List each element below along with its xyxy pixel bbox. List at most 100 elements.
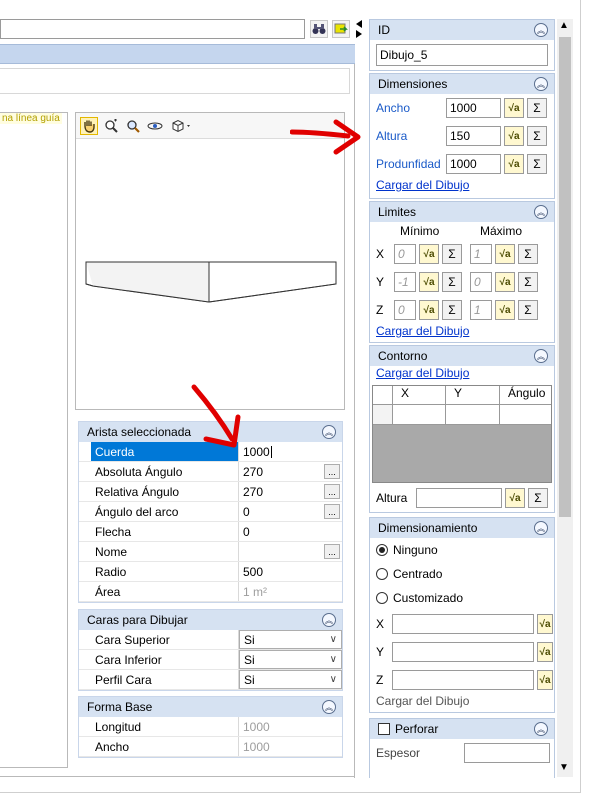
formula-icon[interactable]: √a xyxy=(504,98,524,118)
max-input[interactable]: 0 xyxy=(470,272,492,292)
cargar-dibujo-link[interactable]: Cargar del Dibujo xyxy=(376,178,469,192)
radio-button[interactable] xyxy=(376,568,388,580)
min-input[interactable]: 0 xyxy=(394,244,416,264)
sigma-icon[interactable]: Σ xyxy=(442,272,462,292)
radio-centrado[interactable]: Centrado xyxy=(370,562,554,586)
collapse-icon[interactable]: ︽ xyxy=(534,521,548,535)
property-value[interactable]: Si xyxy=(244,653,255,667)
ancho-input[interactable]: 1000 xyxy=(446,98,501,118)
property-row[interactable]: Radio 500 xyxy=(79,562,342,582)
collapse-icon[interactable]: ︽ xyxy=(534,23,548,37)
chevron-down-icon[interactable]: ∨ xyxy=(330,654,337,665)
ellipsis-button[interactable]: ... xyxy=(324,544,340,559)
zoom-icon[interactable] xyxy=(124,117,142,135)
sigma-icon[interactable]: Σ xyxy=(527,98,547,118)
sigma-icon[interactable]: Σ xyxy=(518,244,538,264)
search-input[interactable] xyxy=(0,19,305,39)
profundidad-input[interactable]: 1000 xyxy=(446,154,501,174)
z-input[interactable] xyxy=(392,670,534,690)
panel-toggle-arrows[interactable] xyxy=(354,18,364,40)
property-value[interactable]: 500 xyxy=(243,565,263,579)
x-input[interactable] xyxy=(392,614,534,634)
property-row[interactable]: Ángulo del arco 0... xyxy=(79,502,342,522)
y-input[interactable] xyxy=(392,642,534,662)
scroll-up-icon[interactable]: ▲ xyxy=(559,20,569,31)
formula-icon[interactable]: √a xyxy=(504,126,524,146)
column-header[interactable]: Ángulo xyxy=(500,386,551,404)
property-value[interactable]: 270 xyxy=(243,465,263,479)
property-value[interactable]: 0 xyxy=(243,525,250,539)
chevron-down-icon[interactable]: ∨ xyxy=(330,674,337,685)
collapse-icon[interactable]: ︽ xyxy=(322,613,336,627)
property-row[interactable]: Absoluta Ángulo 270... xyxy=(79,462,342,482)
scroll-down-icon[interactable]: ▼ xyxy=(559,762,569,773)
table-row[interactable] xyxy=(373,405,551,425)
property-row[interactable]: Nome ... xyxy=(79,542,342,562)
formula-icon[interactable]: √a xyxy=(495,244,515,264)
sigma-icon[interactable]: Σ xyxy=(528,488,548,508)
binoculars-icon[interactable] xyxy=(310,20,328,38)
formula-icon[interactable]: √a xyxy=(504,154,524,174)
sigma-icon[interactable]: Σ xyxy=(527,126,547,146)
property-value[interactable]: Si xyxy=(244,633,255,647)
id-input[interactable]: Dibujo_5 xyxy=(376,44,548,66)
property-row[interactable]: Flecha 0 xyxy=(79,522,342,542)
collapse-icon[interactable]: ︽ xyxy=(534,349,548,363)
perforar-checkbox[interactable] xyxy=(378,723,390,735)
property-value[interactable]: 0 xyxy=(243,505,250,519)
sync-icon[interactable] xyxy=(332,20,350,38)
scrollbar-thumb[interactable] xyxy=(559,37,571,517)
espesor-input[interactable] xyxy=(464,743,550,763)
collapse-icon[interactable]: ︽ xyxy=(534,77,548,91)
ellipsis-button[interactable]: ... xyxy=(324,484,340,499)
property-row[interactable]: Cara Superior Si ∨ xyxy=(79,630,342,650)
sigma-icon[interactable]: Σ xyxy=(442,300,462,320)
radio-customizado[interactable]: Customizado xyxy=(370,586,554,610)
dimensiones-header[interactable]: Dimensiones ︽ xyxy=(370,74,554,94)
chevron-down-icon[interactable]: ∨ xyxy=(330,634,337,645)
zoom-in-icon[interactable] xyxy=(102,117,120,135)
cuerda-input[interactable]: 1000 xyxy=(239,442,342,461)
altura-input[interactable]: 150 xyxy=(446,126,501,146)
property-row[interactable]: Perfil Cara Si ∨ xyxy=(79,670,342,690)
ellipsis-button[interactable]: ... xyxy=(324,464,340,479)
caras-header[interactable]: Caras para Dibujar ︽ xyxy=(79,610,342,630)
radio-ninguno[interactable]: Ninguno xyxy=(370,538,554,562)
perforar-header[interactable]: Perforar ︽ xyxy=(370,719,554,739)
min-input[interactable]: 0 xyxy=(394,300,416,320)
sigma-icon[interactable]: Σ xyxy=(442,244,462,264)
dimensionamiento-header[interactable]: Dimensionamiento ︽ xyxy=(370,518,554,538)
formula-icon[interactable]: √a xyxy=(419,272,439,292)
formula-icon[interactable]: √a xyxy=(419,300,439,320)
formula-icon[interactable]: √a xyxy=(495,300,515,320)
pan-hand-icon[interactable] xyxy=(80,116,98,135)
forma-header[interactable]: Forma Base ︽ xyxy=(79,697,342,717)
collapse-icon[interactable]: ︽ xyxy=(322,425,336,439)
view-cube-icon[interactable] xyxy=(168,117,196,135)
collapse-icon[interactable]: ︽ xyxy=(534,722,548,736)
max-input[interactable]: 1 xyxy=(470,244,492,264)
orbit-icon[interactable] xyxy=(146,117,164,135)
collapse-icon[interactable]: ︽ xyxy=(534,205,548,219)
formula-icon[interactable]: √a xyxy=(419,244,439,264)
property-value[interactable]: Si xyxy=(244,673,255,687)
radio-button[interactable] xyxy=(376,544,388,556)
cargar-dibujo-link[interactable]: Cargar del Dibujo xyxy=(376,324,469,338)
column-header[interactable]: Y xyxy=(446,386,500,404)
sigma-icon[interactable]: Σ xyxy=(518,272,538,292)
collapse-icon[interactable]: ︽ xyxy=(322,700,336,714)
contorno-table[interactable]: X Y Ángulo xyxy=(372,385,552,483)
formula-icon[interactable]: √a xyxy=(505,488,525,508)
formula-icon[interactable]: √a xyxy=(537,670,553,690)
altura-input[interactable] xyxy=(416,488,502,508)
min-input[interactable]: -1 xyxy=(394,272,416,292)
formula-icon[interactable]: √a xyxy=(537,614,553,634)
property-row[interactable]: Cara Inferior Si ∨ xyxy=(79,650,342,670)
cargar-dibujo-link[interactable]: Cargar del Dibujo xyxy=(376,366,469,380)
limites-header[interactable]: Limites ︽ xyxy=(370,202,554,222)
max-input[interactable]: 1 xyxy=(470,300,492,320)
sigma-icon[interactable]: Σ xyxy=(518,300,538,320)
column-header[interactable]: X xyxy=(393,386,446,404)
property-row[interactable]: Relativa Ángulo 270... xyxy=(79,482,342,502)
ellipsis-button[interactable]: ... xyxy=(324,504,340,519)
